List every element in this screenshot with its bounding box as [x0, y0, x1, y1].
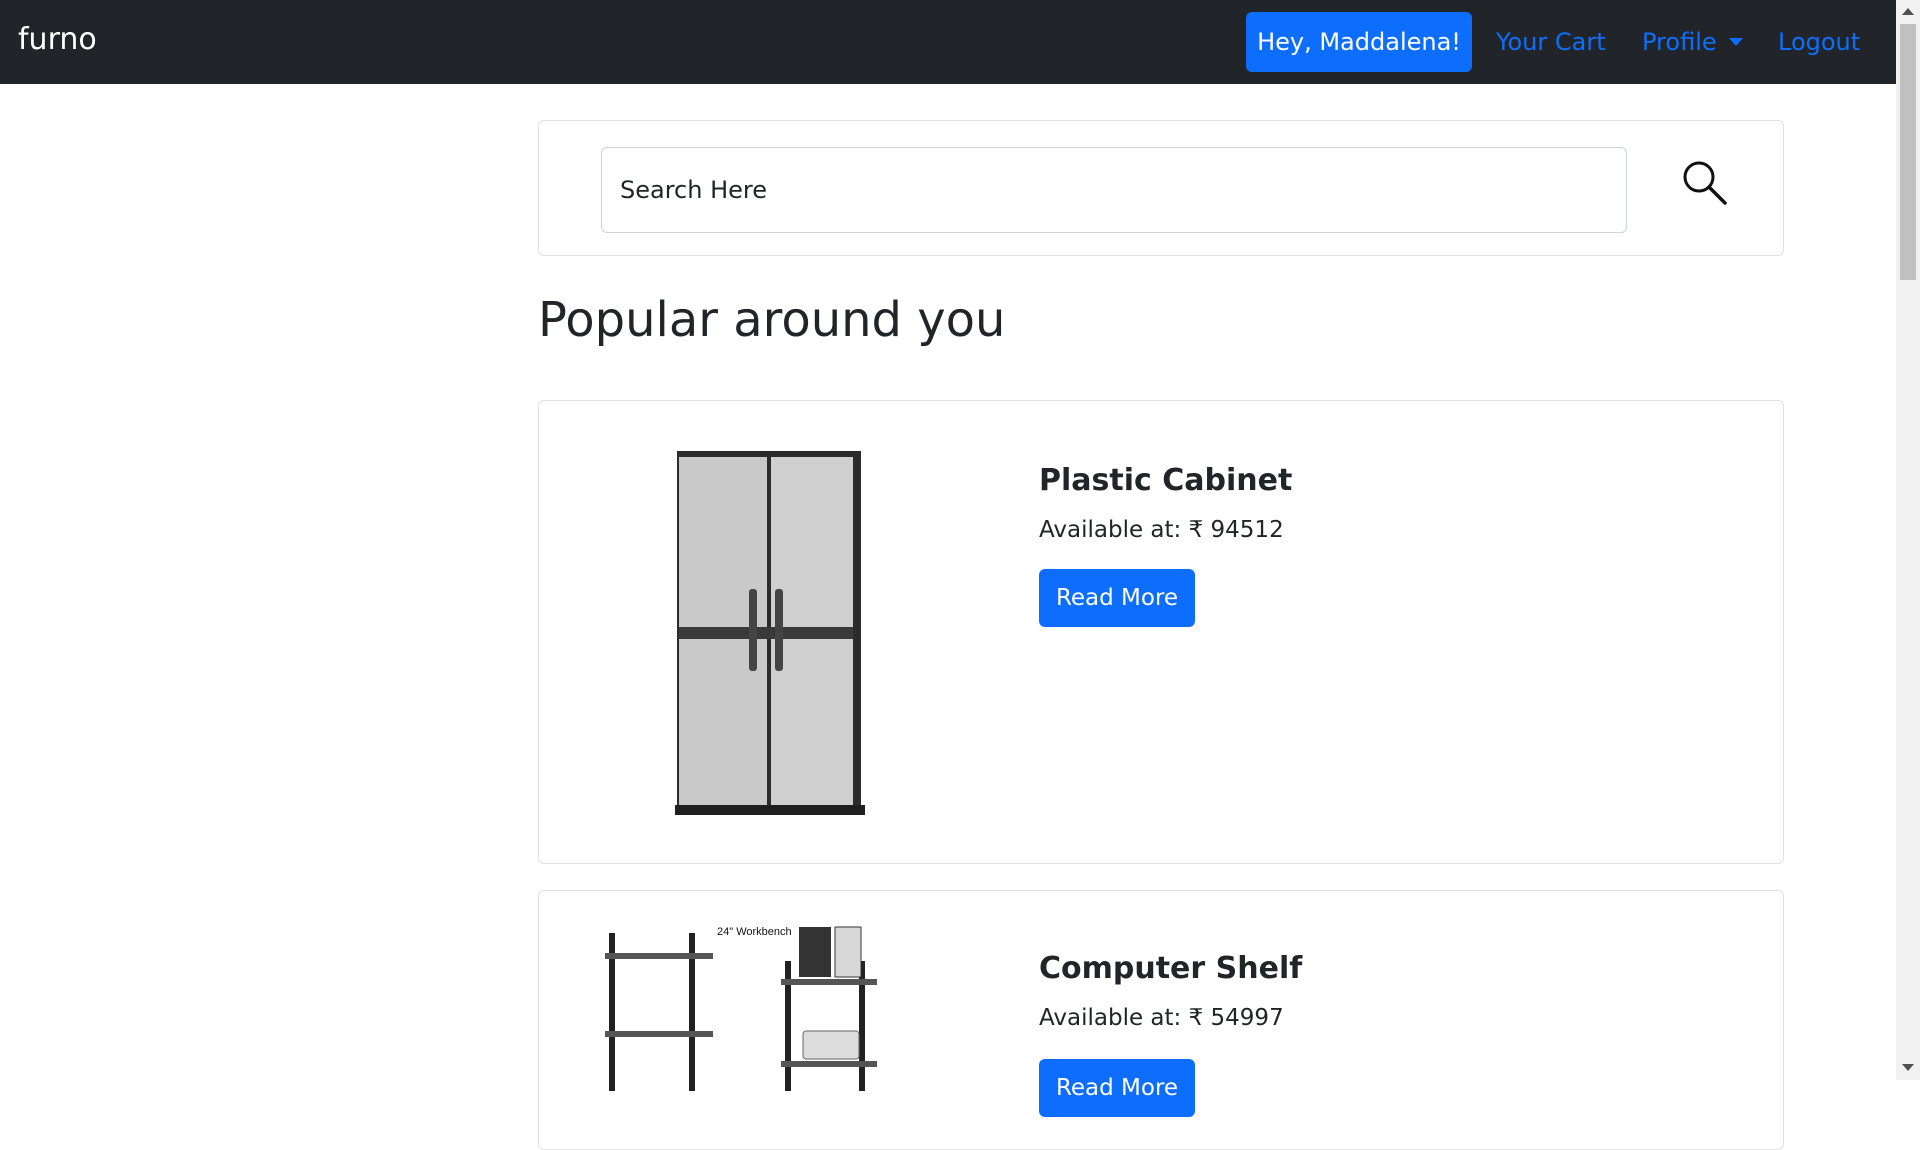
- greeting-button[interactable]: Hey, Maddalena!: [1246, 12, 1472, 72]
- search-icon[interactable]: [1679, 157, 1731, 209]
- section-title: Popular around you: [538, 292, 1006, 348]
- product-card: 24" Workbench Computer Shelf Available a…: [538, 890, 1784, 1150]
- brand-logo[interactable]: furno: [18, 22, 97, 57]
- your-cart-link[interactable]: Your Cart: [1496, 28, 1606, 56]
- logout-link[interactable]: Logout: [1778, 28, 1860, 56]
- caret-down-icon: [1728, 38, 1743, 46]
- profile-dropdown[interactable]: Profile: [1642, 28, 1743, 56]
- scrollbar[interactable]: [1896, 0, 1920, 1080]
- shelf-image-caption: 24" Workbench: [717, 926, 792, 938]
- navbar: furno Hey, Maddalena! Your Cart Profile …: [0, 0, 1896, 84]
- product-name: Plastic Cabinet: [1039, 463, 1293, 498]
- product-name: Computer Shelf: [1039, 951, 1303, 986]
- scroll-up-icon[interactable]: [1902, 8, 1914, 15]
- read-more-button[interactable]: Read More: [1039, 1059, 1195, 1117]
- product-price: Available at: ₹ 54997: [1039, 1005, 1284, 1031]
- profile-label: Profile: [1642, 28, 1717, 56]
- scroll-thumb[interactable]: [1900, 24, 1916, 280]
- product-card: Plastic Cabinet Available at: ₹ 94512 Re…: [538, 400, 1784, 864]
- search-input[interactable]: [601, 147, 1627, 233]
- search-card: [538, 120, 1784, 256]
- cabinet-image: [675, 451, 865, 815]
- computer-shelf-image: 24" Workbench: [605, 926, 877, 1091]
- scroll-down-icon[interactable]: [1902, 1064, 1914, 1071]
- read-more-button[interactable]: Read More: [1039, 569, 1195, 627]
- product-price: Available at: ₹ 94512: [1039, 517, 1284, 543]
